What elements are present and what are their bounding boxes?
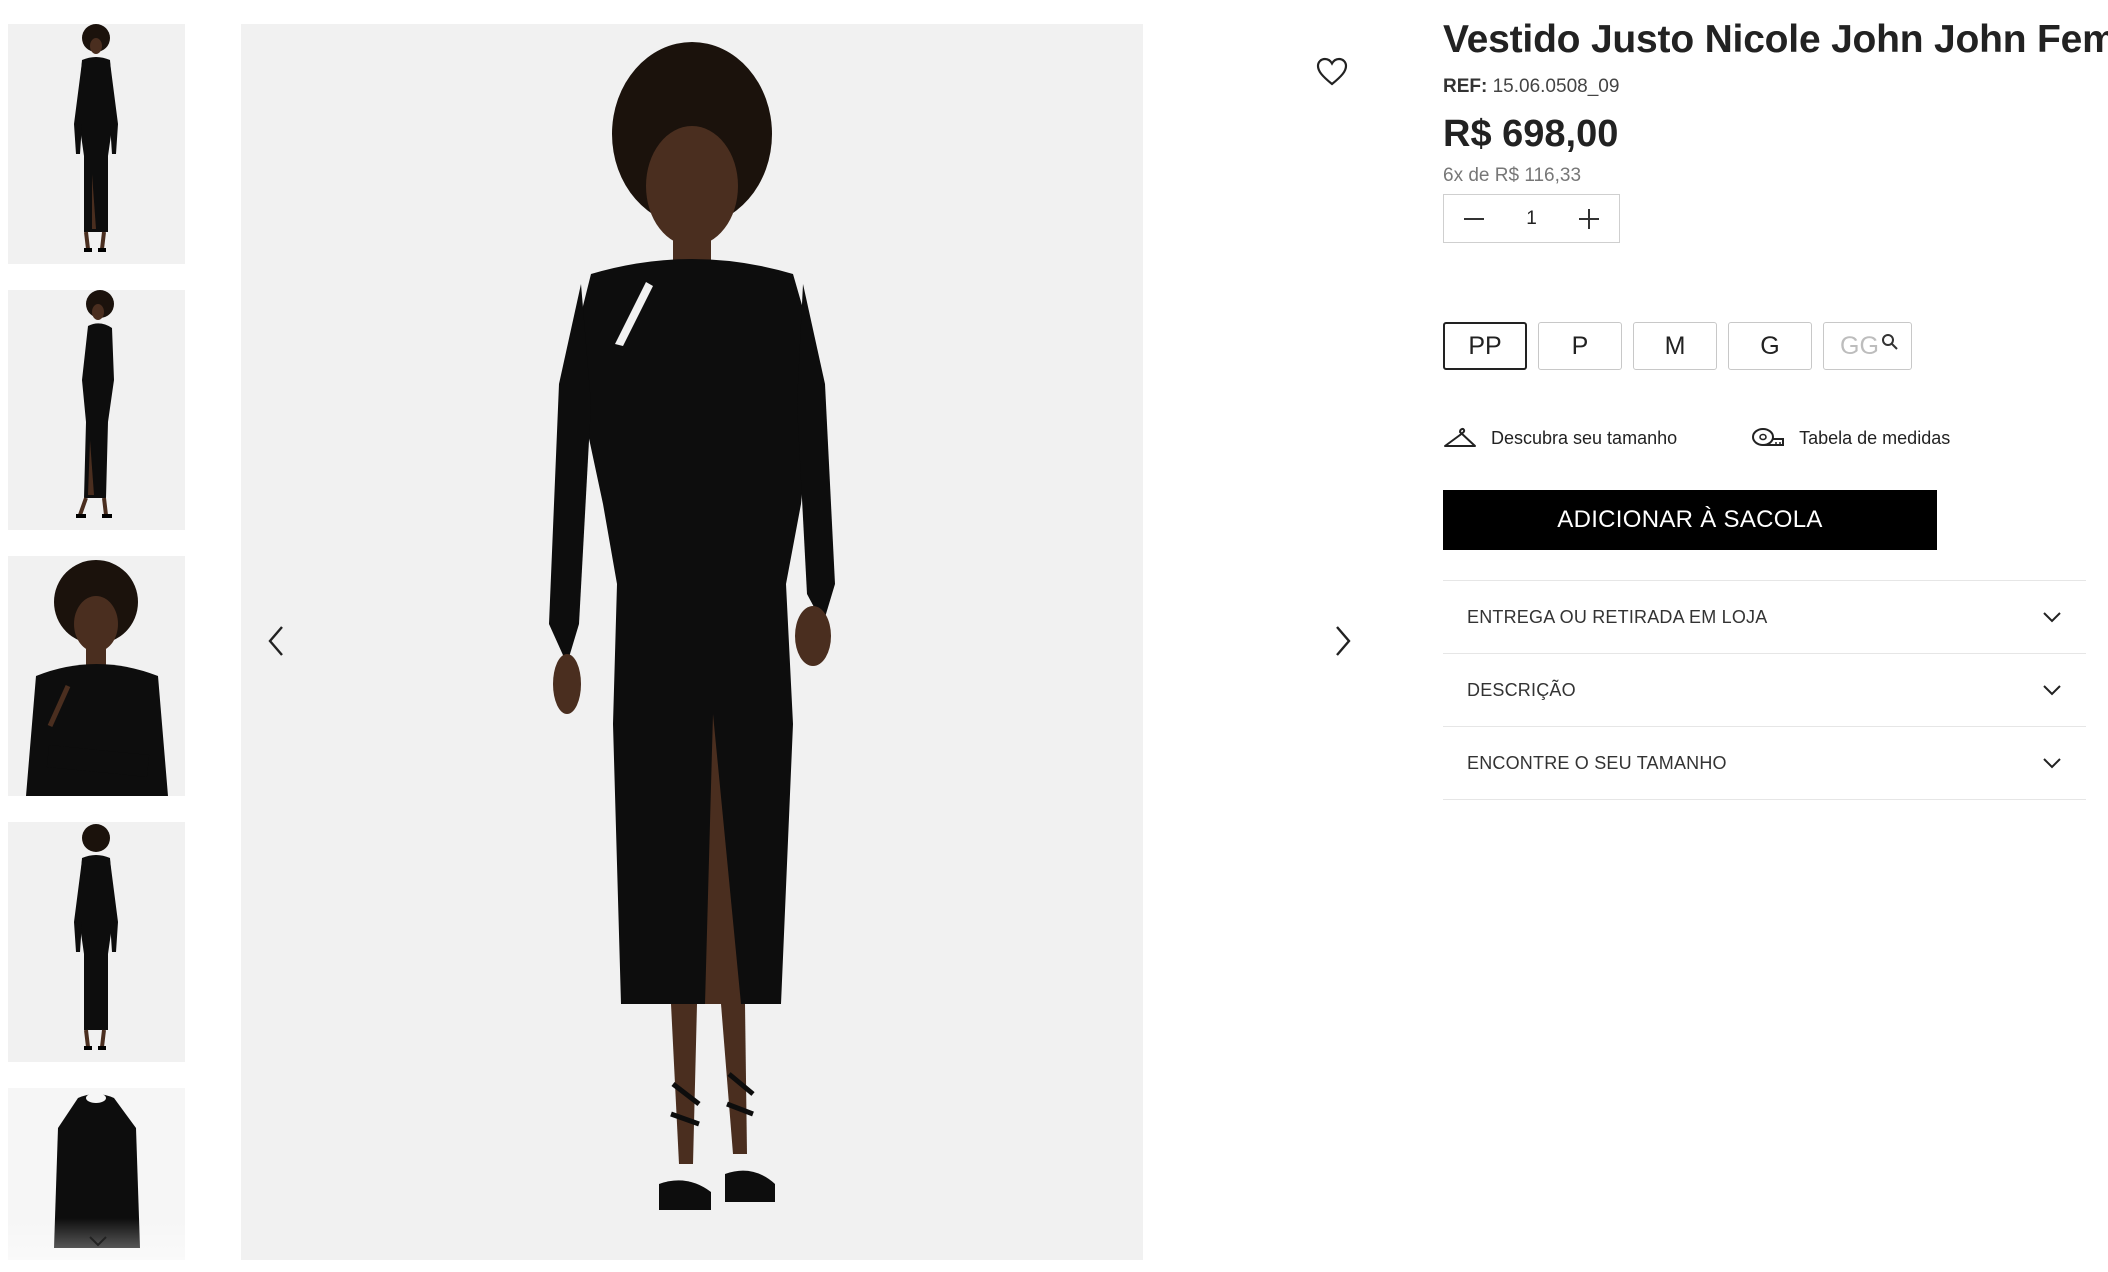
installments-text: 6x de R$ 116,33 [1443,165,1582,186]
quantity-increase-button[interactable] [1559,195,1619,242]
model-figure [76,290,114,518]
thumbnail-back[interactable] [8,822,185,1062]
size-chart-label: Tabela de medidas [1799,427,1951,448]
size-selector: PP P M G GG [1443,322,1912,370]
quantity-value[interactable]: 1 [1504,208,1559,230]
size-label: G [1760,331,1780,360]
chevron-down-icon [2043,758,2061,769]
chevron-down-icon [89,1236,107,1247]
model-figure [74,24,118,252]
thumbnail-closeup[interactable] [8,556,185,796]
product-ref: REF: 15.06.0508_09 [1443,76,1619,98]
plus-icon [1579,208,1599,229]
accordion-delivery[interactable]: ENTREGA OU RETIRADA EM LOJA [1443,581,2086,654]
thumbnail-side[interactable] [8,290,185,530]
product-main-image [241,24,1143,1260]
chevron-down-icon [2043,685,2061,696]
find-your-size-label: Descubra seu tamanho [1491,427,1678,448]
size-chart-link[interactable]: Tabela de medidas [1751,426,1950,450]
accordion-label: DESCRIÇÃO [1467,679,1576,700]
size-label: P [1571,331,1589,360]
size-option-g[interactable]: G [1728,322,1812,370]
quantity-decrease-button[interactable] [1444,195,1504,242]
model-photo [549,42,835,1210]
size-option-p[interactable]: P [1538,322,1622,370]
thumbnail-gallery [8,24,185,1260]
chevron-left-icon [268,626,283,656]
chevron-down-icon [2043,612,2061,623]
model-figure [74,824,118,1050]
previous-image-button[interactable] [256,611,296,671]
accordion-label: ENTREGA OU RETIRADA EM LOJA [1467,606,1768,627]
size-label: M [1664,331,1686,360]
accordion-find-size[interactable]: ENCONTRE O SEU TAMANHO [1443,727,2086,800]
thumbnail-front[interactable] [8,24,185,264]
minus-icon [1464,217,1484,220]
size-label: PP [1468,331,1502,360]
search-icon [1882,334,1898,350]
find-your-size-link[interactable]: Descubra seu tamanho [1443,426,1677,450]
quantity-stepper: 1 [1443,194,1620,243]
ref-label: REF: [1443,76,1488,97]
ref-value: 15.06.0508_09 [1492,76,1620,97]
heart-icon [1316,57,1348,86]
size-option-pp[interactable]: PP [1443,322,1527,370]
product-price: R$ 698,00 [1443,113,1619,155]
size-label: GG [1840,331,1879,360]
product-title: Vestido Justo Nicole John John Feminino [1443,18,2108,61]
accordion-label: ENCONTRE O SEU TAMANHO [1467,752,1727,773]
product-accordion: ENTREGA OU RETIRADA EM LOJA DESCRIÇÃO EN… [1443,580,2086,800]
add-to-bag-button[interactable]: ADICIONAR À SACOLA [1443,490,1937,550]
favorite-button[interactable] [1312,52,1352,92]
accordion-description[interactable]: DESCRIÇÃO [1443,654,2086,727]
size-option-m[interactable]: M [1633,322,1717,370]
thumbnails-scroll-down-button[interactable] [80,1228,116,1254]
measuring-tape-icon [1752,428,1785,446]
hanger-icon [1444,427,1476,447]
next-image-button[interactable] [1323,611,1363,671]
chevron-right-icon [1336,626,1351,656]
size-option-gg[interactable]: GG [1823,322,1912,370]
size-helpers: Descubra seu tamanho Tabela de medidas [1443,426,2003,450]
model-figure [26,560,168,796]
